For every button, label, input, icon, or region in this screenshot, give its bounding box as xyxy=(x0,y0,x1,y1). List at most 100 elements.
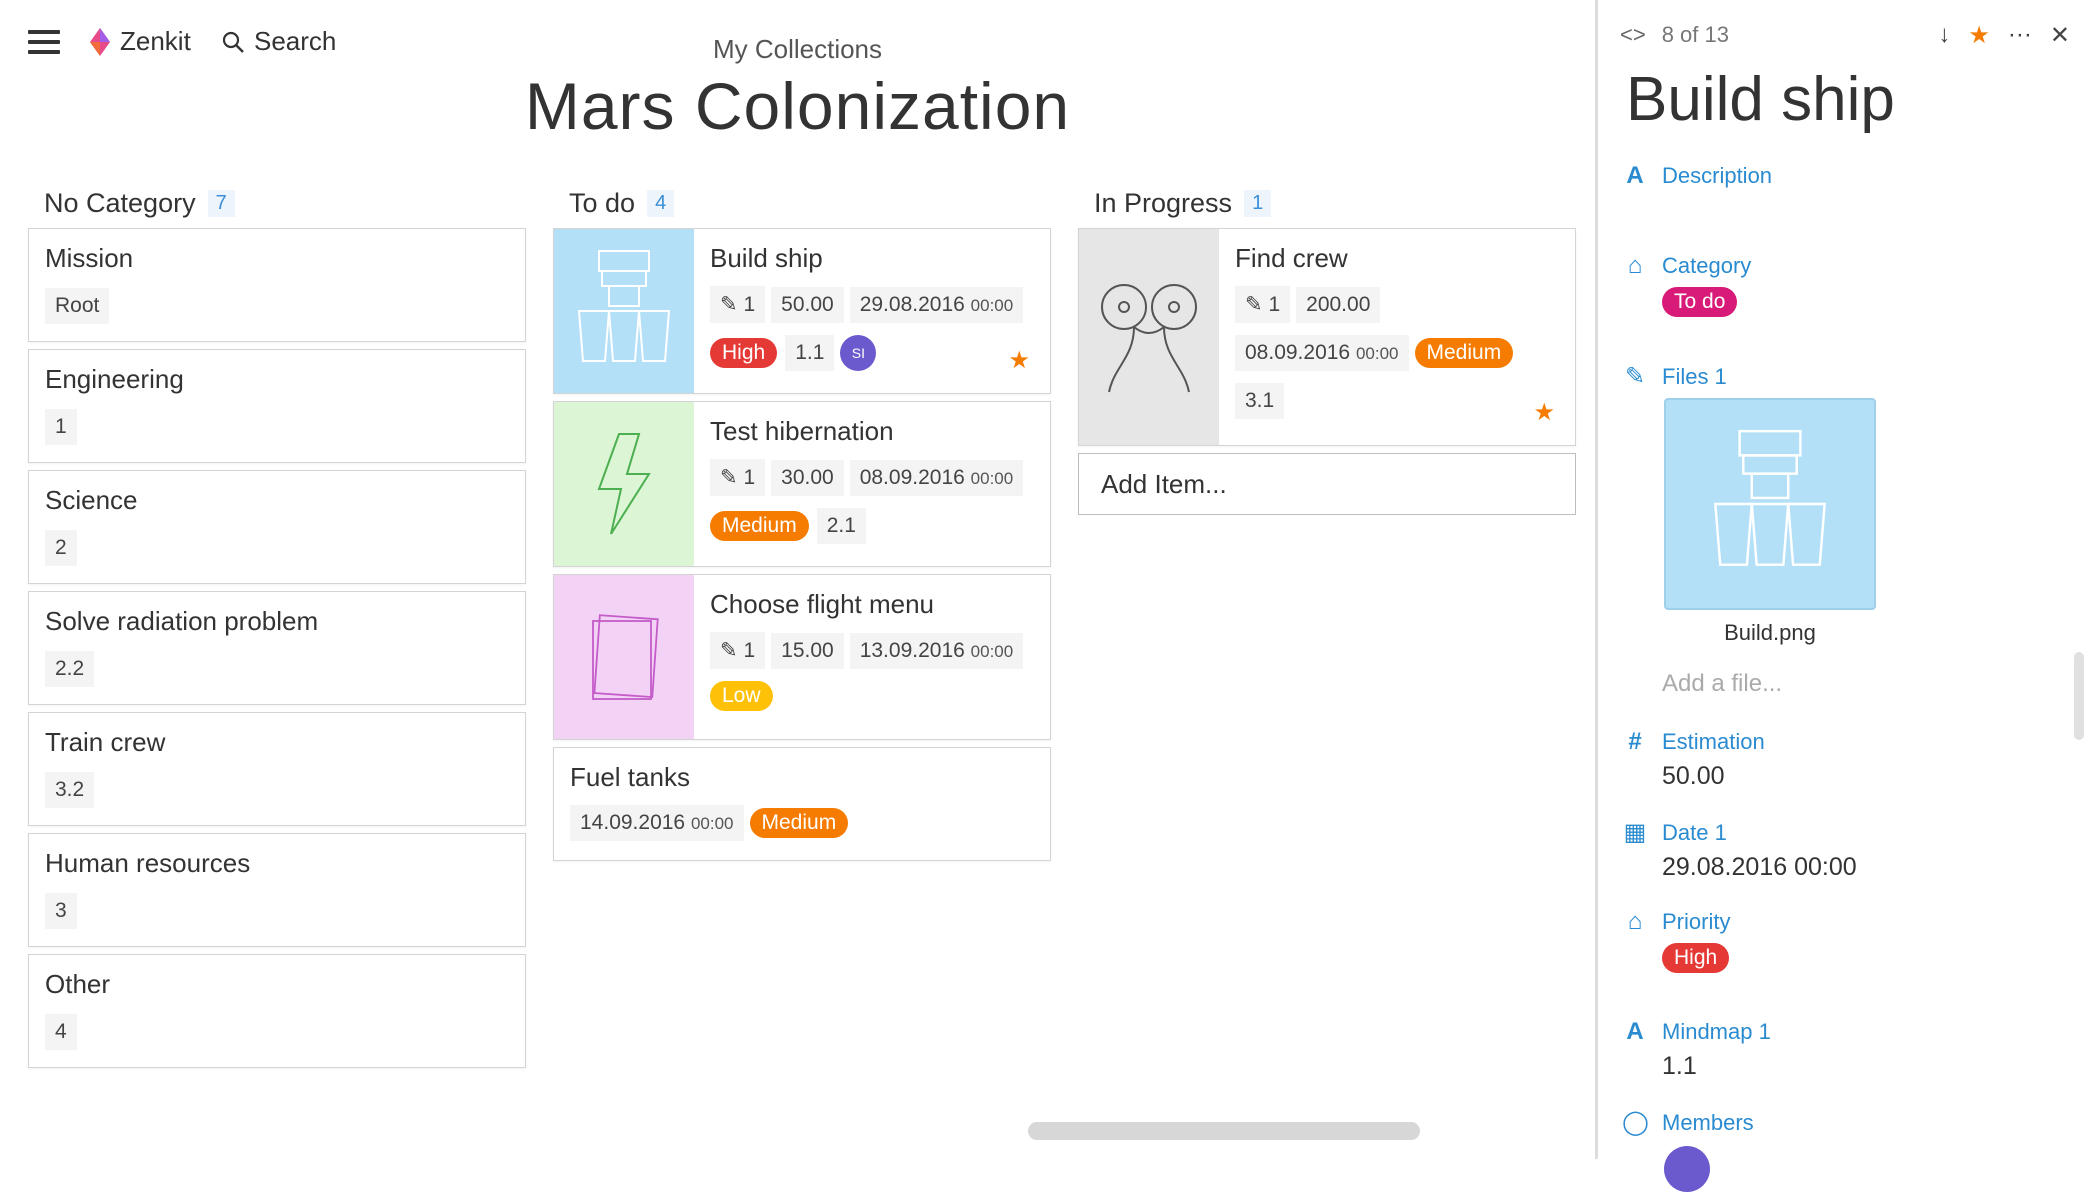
star-icon[interactable]: ★ xyxy=(1008,346,1030,375)
field-priority[interactable]: ⌂ Priority High xyxy=(1622,908,1737,973)
card-title: Train crew xyxy=(45,727,166,757)
mindmap-chip: 3.1 xyxy=(1235,383,1285,419)
add-item-button[interactable]: Add Item... xyxy=(1078,453,1576,515)
card-title: Human resources xyxy=(45,848,251,878)
mindmap-chip: 4 xyxy=(45,1014,77,1050)
card-title: Build ship xyxy=(710,243,823,273)
mindmap-chip: 3.2 xyxy=(45,772,95,808)
paperclip-icon: ✎ xyxy=(720,639,738,662)
vertical-scrollbar[interactable] xyxy=(2074,652,2084,740)
card-title: Test hibernation xyxy=(710,416,894,446)
time-value: 00:00 xyxy=(970,468,1014,488)
tag-icon: ⌂ xyxy=(1627,908,1643,935)
card-build-ship[interactable]: Build ship ✎ 1 50.00 29.08.2016 00:00 Hi… xyxy=(553,228,1051,394)
field-label: Date 1 xyxy=(1662,819,1727,845)
detail-panel: <> 8 of 13 ↓ ★ ··· ✕ Build ship A Descrip… xyxy=(1595,0,2088,1192)
field-mindmap[interactable]: A Mindmap 1 1.1 xyxy=(1622,1018,1771,1081)
category-card[interactable]: Solve radiation problem 2.2 xyxy=(28,591,526,705)
star-icon[interactable]: ★ xyxy=(1533,398,1555,427)
column-todo: To do 4 Build ship ✎ 1 50.00 29.08.2016 … xyxy=(553,178,1051,868)
card-fuel-tanks[interactable]: Fuel tanks 14.09.2016 00:00 Medium xyxy=(553,747,1051,861)
more-icon[interactable]: ··· xyxy=(2008,21,2032,49)
date-chip: 08.09.2016 00:00 xyxy=(849,459,1024,496)
star-icon[interactable]: ★ xyxy=(1968,21,1990,50)
estimation-chip: 200.00 xyxy=(1296,286,1381,323)
horizontal-scrollbar[interactable] xyxy=(1028,1122,1420,1140)
mindmap-chip: 2.2 xyxy=(45,651,95,687)
estimation-chip: 15.00 xyxy=(771,632,844,669)
card-test-hibernation[interactable]: Test hibernation ✎ 1 30.00 08.09.2016 00… xyxy=(553,401,1051,567)
column-count: 7 xyxy=(207,189,235,217)
hash-icon: # xyxy=(1628,728,1642,755)
item-position: 8 of 13 xyxy=(1661,22,1729,47)
card-title: Mission xyxy=(45,243,134,273)
date-chip: 29.08.2016 00:00 xyxy=(849,286,1024,323)
estimation-chip: 50.00 xyxy=(771,286,844,323)
card-image xyxy=(1079,229,1219,445)
card-image xyxy=(554,229,694,393)
avatar[interactable]: SI xyxy=(840,335,877,371)
priority-badge: Medium xyxy=(1414,338,1514,368)
column-in-progress: In Progress 1 Find crew ✎ 1 200.00 08.09… xyxy=(1078,178,1576,515)
priority-badge[interactable]: High xyxy=(1662,943,1730,973)
paperclip-icon: ✎ xyxy=(720,293,738,316)
files-count: 1 xyxy=(743,293,756,316)
date-value: 29.08.2016 00:00 xyxy=(1662,853,1857,881)
card-title: Solve radiation problem xyxy=(45,606,319,636)
card-choose-flight-menu[interactable]: Choose flight menu ✎ 1 15.00 13.09.2016 … xyxy=(553,574,1051,740)
field-label: Estimation xyxy=(1662,729,1765,754)
field-label: Mindmap 1 xyxy=(1662,1019,1771,1044)
item-title[interactable]: Build ship xyxy=(1626,64,1895,135)
card-find-crew[interactable]: Find crew ✎ 1 200.00 08.09.2016 00:00 Me… xyxy=(1078,228,1576,446)
field-date[interactable]: ▦ Date 1 29.08.2016 00:00 xyxy=(1622,818,1857,882)
category-card[interactable]: Mission Root xyxy=(28,228,526,342)
field-category[interactable]: ⌂ Category To do xyxy=(1622,252,1751,317)
arrow-down-icon[interactable]: ↓ xyxy=(1938,21,1950,49)
page-title: Mars Colonization xyxy=(524,69,1071,143)
paperclip-icon: ✎ xyxy=(720,466,738,489)
tag-icon: ⌂ xyxy=(1627,252,1643,279)
field-members[interactable]: ◯ Members xyxy=(1622,1108,1754,1137)
category-card[interactable]: Train crew 3.2 xyxy=(28,712,526,826)
text-field-icon: A xyxy=(1626,162,1644,189)
field-description[interactable]: A Description xyxy=(1622,162,1772,190)
close-icon[interactable]: ✕ xyxy=(2050,21,2070,50)
calendar-icon: ▦ xyxy=(1623,819,1647,846)
mindmap-value: 1.1 xyxy=(1662,1052,1697,1080)
add-file-button[interactable]: Add a file... xyxy=(1662,670,1782,698)
field-files[interactable]: ✎ Files 1 xyxy=(1622,362,1727,391)
menu-card-icon xyxy=(592,614,659,700)
breadcrumb[interactable]: My Collections xyxy=(0,34,1595,65)
field-label: Files 1 xyxy=(1662,363,1727,389)
priority-badge: High xyxy=(710,338,778,368)
field-estimation[interactable]: # Estimation 50.00 xyxy=(1622,728,1765,791)
field-label: Description xyxy=(1662,163,1773,188)
file-name[interactable]: Build.png xyxy=(1664,620,1876,646)
mindmap-chip: Root xyxy=(45,288,110,324)
column-no-category: No Category 7 Mission Root Engineering 1 Sci… xyxy=(28,178,526,1075)
mindmap-chip: 2.1 xyxy=(816,508,866,544)
avatar[interactable] xyxy=(1664,1146,1710,1192)
time-value: 00:00 xyxy=(690,814,734,833)
priority-badge: Medium xyxy=(710,511,809,541)
date-chip: 08.09.2016 00:00 xyxy=(1235,335,1409,371)
files-chip: ✎ 1 xyxy=(710,286,766,323)
priority-badge: Medium xyxy=(749,808,849,838)
code-nav-icon[interactable]: <> xyxy=(1620,22,1646,48)
category-card[interactable]: Engineering 1 xyxy=(28,349,526,463)
time-value: 00:00 xyxy=(970,295,1014,315)
file-thumbnail[interactable] xyxy=(1664,398,1876,610)
card-title: Fuel tanks xyxy=(570,762,690,792)
category-card[interactable]: Other 4 xyxy=(28,954,526,1068)
estimation-chip: 30.00 xyxy=(771,459,844,496)
category-badge[interactable]: To do xyxy=(1662,287,1738,317)
category-card[interactable]: Science 2 xyxy=(28,470,526,584)
card-image xyxy=(554,575,694,739)
alien-icon xyxy=(1101,284,1197,393)
category-card[interactable]: Human resources 3 xyxy=(28,833,526,947)
ship-icon xyxy=(577,250,671,362)
column-title: In Progress xyxy=(1094,187,1233,218)
field-label: Priority xyxy=(1662,909,1731,934)
panel-toolbar: <> 8 of 13 ↓ ★ ··· ✕ xyxy=(1620,20,2070,50)
column-count: 1 xyxy=(1244,189,1272,217)
